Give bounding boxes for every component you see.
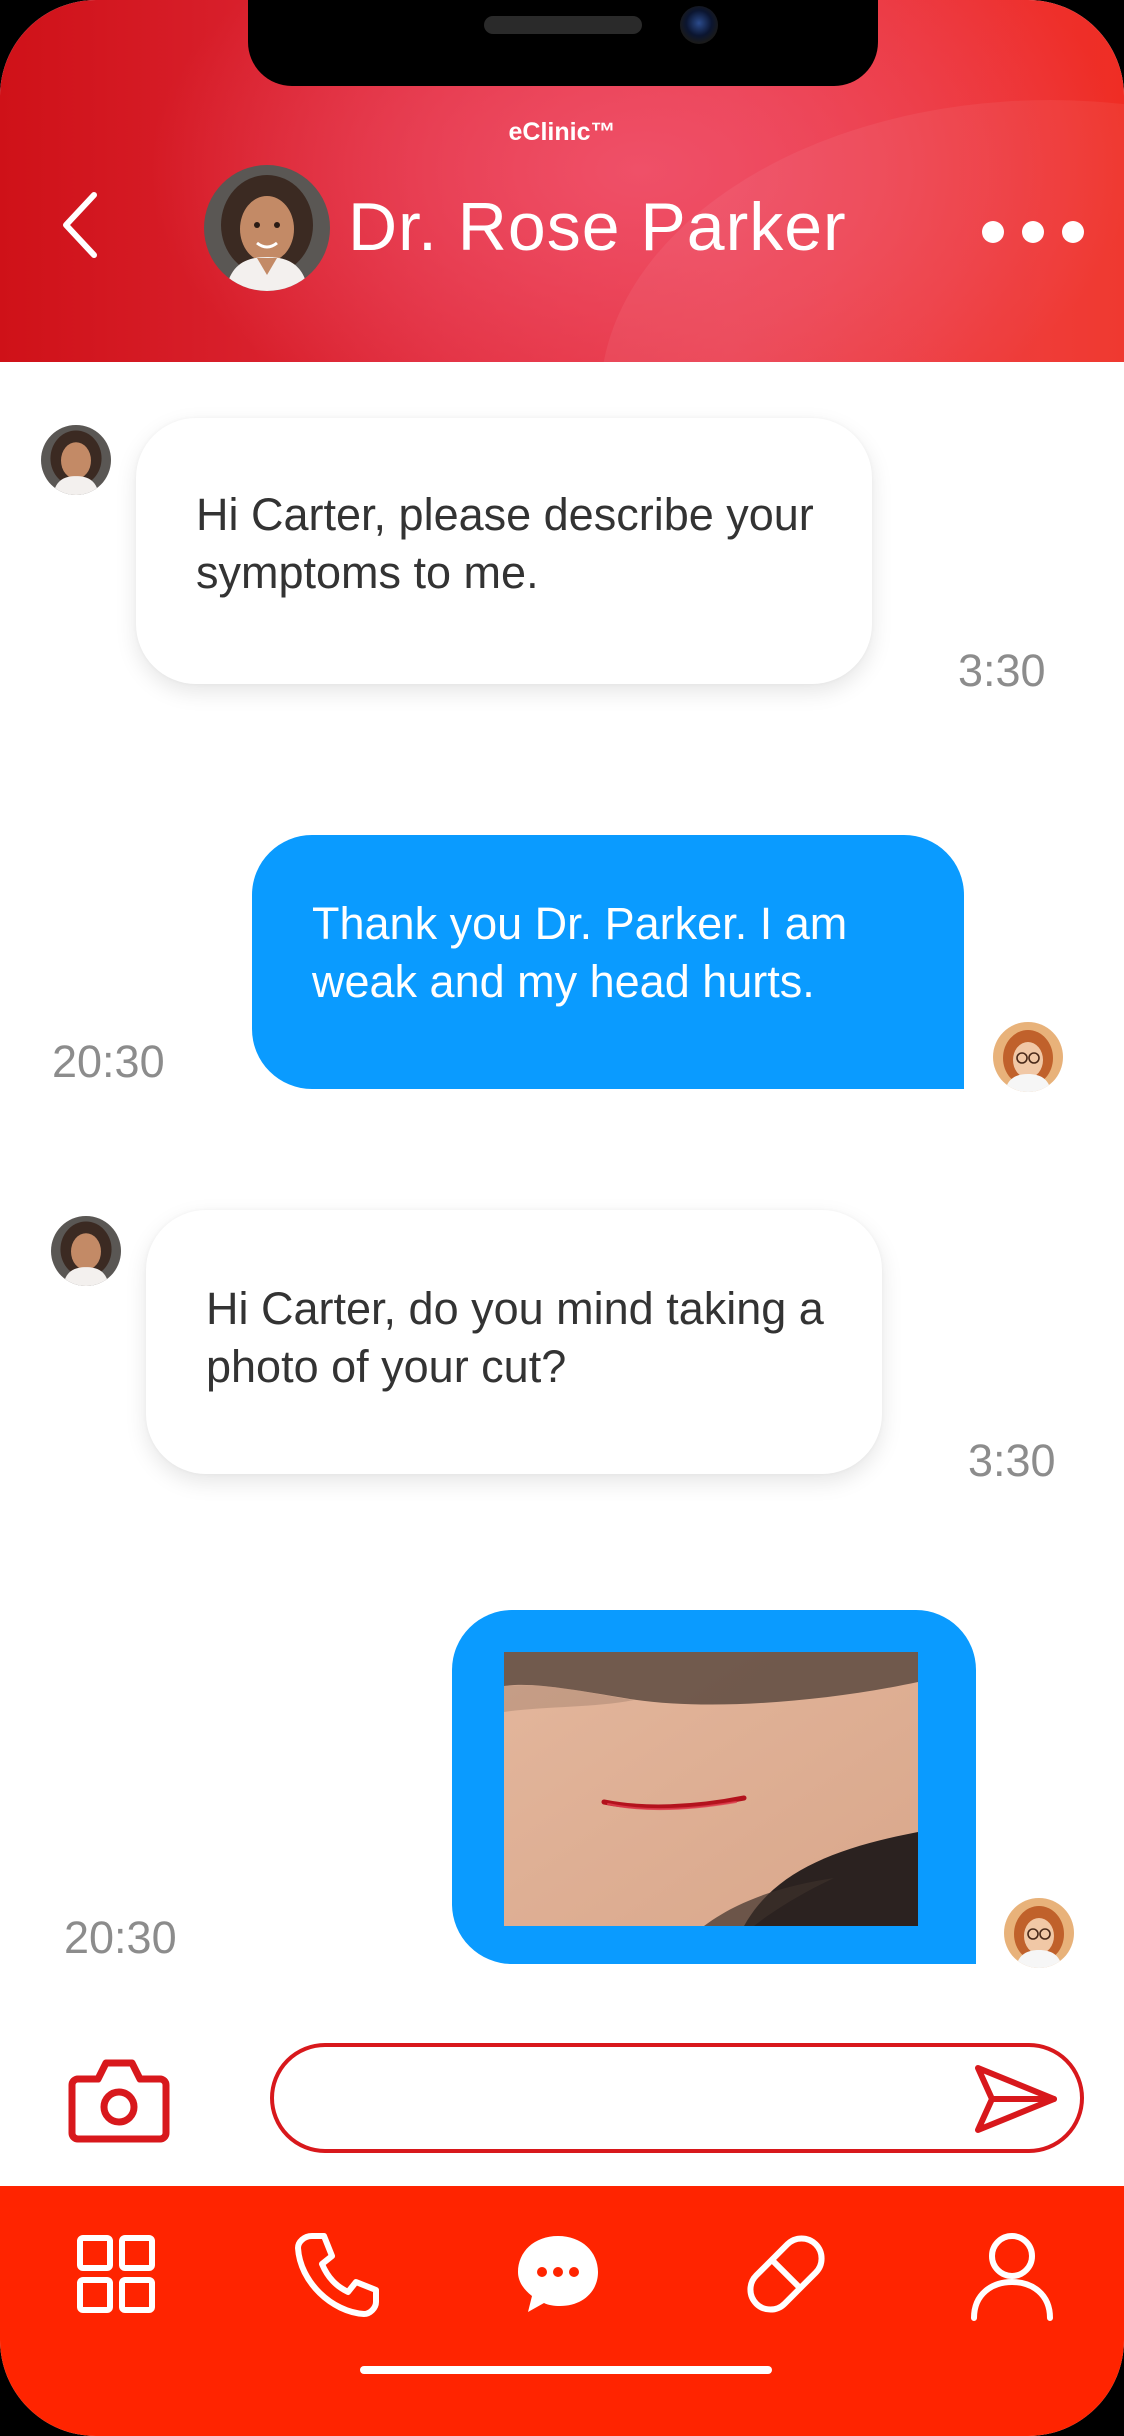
phone-icon xyxy=(295,2233,379,2317)
bottom-tab-bar xyxy=(0,2186,1124,2436)
message-bubble-photo[interactable] xyxy=(452,1610,976,1964)
message-time: 20:30 xyxy=(64,1912,177,1963)
camera-button[interactable] xyxy=(68,2055,170,2143)
tab-prescriptions[interactable] xyxy=(736,2224,836,2324)
user-avatar-small xyxy=(1004,1898,1074,1968)
camera-icon xyxy=(68,2059,170,2143)
chevron-left-icon xyxy=(63,192,97,258)
message-time: 3:30 xyxy=(958,645,1046,696)
device-notch xyxy=(248,0,878,86)
more-dot-icon xyxy=(1022,221,1044,243)
chat-header: eClinic™ Dr. Rose Parker xyxy=(0,0,1124,362)
message-text: Hi Carter, do you mind taking a photo of… xyxy=(206,1283,824,1392)
speaker-grille xyxy=(484,16,642,34)
doctor-avatar-small xyxy=(51,1216,121,1286)
message-time: 3:30 xyxy=(968,1435,1056,1486)
message-time: 20:30 xyxy=(52,1036,165,1087)
user-avatar-small xyxy=(993,1022,1063,1092)
wound-photo[interactable] xyxy=(504,1652,918,1926)
chat-icon xyxy=(518,2236,598,2312)
message-text: Hi Carter, please describe your symptoms… xyxy=(196,489,814,598)
tab-call[interactable] xyxy=(286,2224,386,2324)
doctor-avatar[interactable] xyxy=(204,165,330,291)
tab-messages[interactable] xyxy=(508,2224,608,2324)
send-icon xyxy=(975,2065,1057,2133)
tab-dashboard[interactable] xyxy=(66,2224,166,2324)
message-bubble-incoming[interactable]: Hi Carter, do you mind taking a photo of… xyxy=(146,1210,882,1474)
more-dot-icon xyxy=(1062,221,1084,243)
doctor-avatar-small xyxy=(41,425,111,495)
send-button[interactable] xyxy=(974,2064,1058,2134)
more-options-button[interactable] xyxy=(974,210,1092,254)
home-indicator[interactable] xyxy=(360,2366,772,2374)
phone-screen: eClinic™ Dr. Rose Parker Hi Carter, plea… xyxy=(0,0,1124,2436)
message-bubble-outgoing[interactable]: Thank you Dr. Parker. I am weak and my h… xyxy=(252,835,964,1089)
grid-icon xyxy=(77,2235,155,2313)
back-button[interactable] xyxy=(50,185,110,265)
doctor-name: Dr. Rose Parker xyxy=(348,189,847,265)
front-camera xyxy=(680,6,718,44)
more-dot-icon xyxy=(982,221,1004,243)
pill-icon xyxy=(747,2235,825,2313)
message-input[interactable] xyxy=(270,2043,1084,2153)
user-icon xyxy=(971,2233,1053,2321)
tab-profile[interactable] xyxy=(962,2224,1062,2324)
app-name: eClinic™ xyxy=(508,118,616,146)
message-text: Thank you Dr. Parker. I am weak and my h… xyxy=(312,898,848,1007)
message-bubble-incoming[interactable]: Hi Carter, please describe your symptoms… xyxy=(136,418,872,684)
